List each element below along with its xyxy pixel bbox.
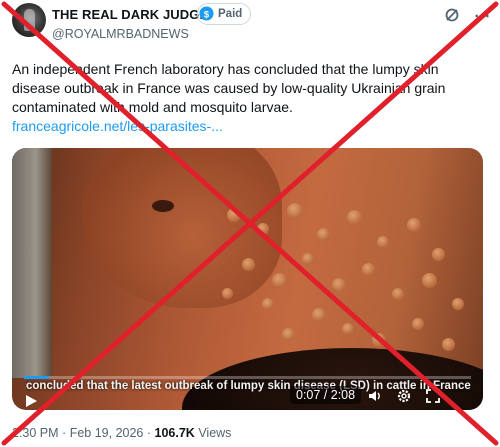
display-name[interactable]: THE REAL DARK JUDGE	[52, 7, 208, 22]
skin-lump	[407, 218, 421, 232]
volume-icon[interactable]	[367, 388, 383, 404]
skin-lump	[227, 208, 241, 222]
svg-text:$: $	[204, 9, 210, 19]
handle[interactable]: @ROYALMRBADNEWS	[52, 27, 189, 41]
tweet-link[interactable]: franceagricole.net/les-parasites-...	[12, 118, 223, 134]
video-player[interactable]: concluded that the latest outbreak of lu…	[12, 148, 483, 410]
meta-separator-2: ·	[146, 426, 152, 440]
skin-lump	[242, 258, 255, 271]
video-time: 0:07 / 2:08	[290, 386, 362, 404]
skin-lump	[332, 278, 346, 292]
skin-lump	[392, 288, 404, 300]
fullscreen-icon[interactable]	[425, 388, 441, 404]
skin-lump	[262, 298, 274, 310]
skin-lump	[452, 298, 464, 310]
play-icon[interactable]	[24, 394, 38, 408]
views-count: 106.7K	[154, 426, 195, 440]
grok-icon[interactable]	[444, 7, 460, 23]
cow-eye	[152, 200, 174, 212]
settings-icon[interactable]	[396, 388, 412, 404]
views-label: Views	[198, 426, 232, 440]
video-progress-bar[interactable]	[24, 376, 471, 379]
video-background-wall	[12, 148, 52, 378]
verified-coin-icon: $	[199, 6, 214, 21]
post-date[interactable]: Feb 19, 2026	[70, 426, 144, 440]
tweet-meta: 2:30 PM · Feb 19, 2026 · 106.7K Views	[12, 426, 231, 440]
skin-lump	[312, 308, 326, 322]
avatar[interactable]	[12, 3, 46, 37]
skin-lump	[372, 333, 386, 347]
skin-lump	[282, 328, 295, 341]
skin-lump	[442, 338, 455, 351]
skin-lump	[422, 273, 437, 288]
skin-lump	[302, 253, 314, 265]
skin-lump	[412, 318, 424, 330]
skin-lump	[272, 273, 287, 288]
post-time[interactable]: 2:30 PM	[12, 426, 59, 440]
more-icon[interactable]: ⋯	[474, 6, 491, 26]
skin-lump	[222, 288, 233, 299]
skin-lump	[432, 248, 445, 261]
skin-lump	[287, 203, 303, 219]
cow-head	[82, 148, 282, 308]
skin-lump	[342, 323, 354, 335]
skin-lump	[362, 263, 375, 276]
skin-lump	[377, 236, 389, 248]
skin-lump	[317, 228, 330, 241]
video-progress-fill	[24, 376, 49, 379]
meta-separator: ·	[62, 426, 67, 440]
skin-lump	[347, 210, 362, 225]
paid-badge-label: Paid	[218, 8, 243, 20]
tweet-text: An independent French laboratory has con…	[12, 61, 446, 115]
skin-lump	[257, 223, 269, 235]
